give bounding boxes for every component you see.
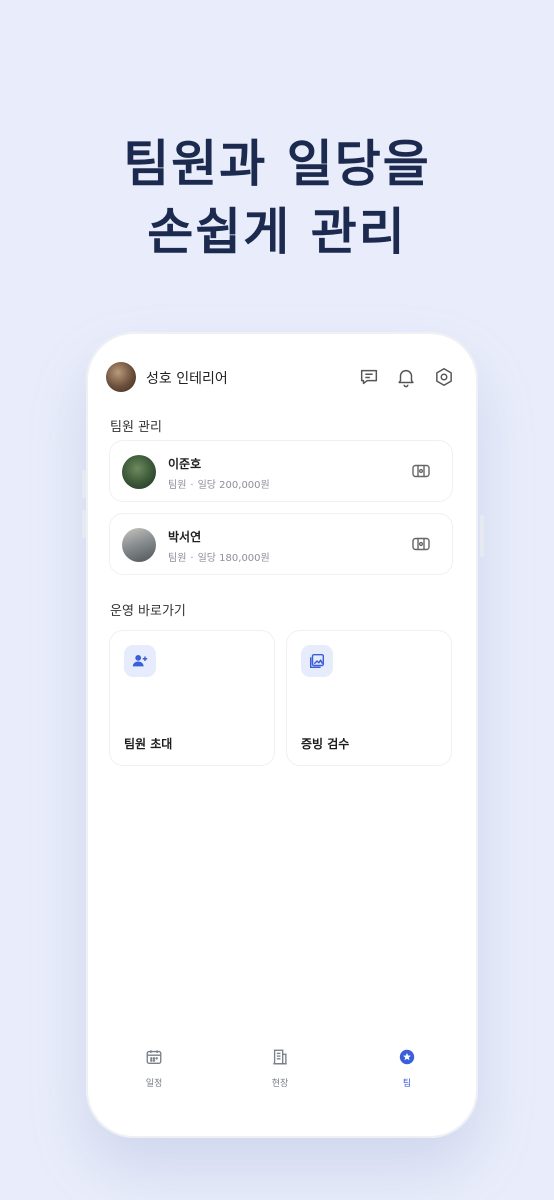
shortcuts-section-title: 운영 바로가기: [110, 604, 186, 619]
proof-review-shortcut[interactable]: 증빙 검수: [286, 630, 452, 766]
headline-line-2: 손쉽게 관리: [147, 203, 407, 261]
member-name: 박서연: [168, 530, 202, 544]
nav-schedule[interactable]: 일정: [124, 1048, 184, 1089]
settings-icon[interactable]: [433, 366, 455, 388]
bell-icon[interactable]: [395, 366, 417, 388]
money-icon[interactable]: [412, 463, 430, 479]
member-card[interactable]: 박서연 팀원 · 일당 180,000원: [109, 513, 453, 575]
member-avatar: [122, 455, 156, 489]
nav-label: 일정: [145, 1079, 163, 1089]
phone-side-button: [480, 515, 484, 557]
member-role: 팀원: [168, 553, 187, 564]
separator: ·: [190, 553, 194, 564]
member-wage: 일당 200,000원: [197, 480, 270, 491]
building-icon: [273, 1049, 287, 1065]
company-name: 성호 인테리어: [146, 371, 228, 387]
member-avatar: [122, 528, 156, 562]
phone-volume-down: [82, 510, 86, 538]
nav-team[interactable]: 팀: [377, 1048, 437, 1089]
member-card[interactable]: 이준호 팀원 · 일당 200,000원: [109, 440, 453, 502]
member-details: 팀원 · 일당 200,000원: [168, 476, 270, 491]
member-name: 이준호: [168, 457, 202, 471]
phone-volume-up: [82, 470, 86, 498]
company-avatar[interactable]: [106, 362, 136, 392]
chat-icon[interactable]: [358, 366, 380, 388]
shortcut-label: 증빙 검수: [301, 737, 350, 751]
headline-line-1: 팀원과 일당을: [123, 135, 431, 193]
add-person-icon: [124, 645, 156, 677]
nav-label: 팀: [402, 1079, 412, 1089]
nav-label: 현장: [271, 1079, 289, 1089]
member-details: 팀원 · 일당 180,000원: [168, 549, 270, 564]
calendar-icon: [146, 1050, 162, 1064]
member-wage: 일당 180,000원: [197, 553, 270, 564]
member-role: 팀원: [168, 480, 187, 491]
money-icon[interactable]: [412, 536, 430, 552]
shortcut-label: 팀원 초대: [124, 737, 173, 751]
invite-member-shortcut[interactable]: 팀원 초대: [109, 630, 275, 766]
app-header: 성호 인테리어: [106, 362, 452, 394]
app-screen: 성호 인테리어 팀원 관리 이준호 팀원 · 일당 200,000원 박서연 팀…: [92, 342, 464, 1126]
nav-site[interactable]: 현장: [250, 1048, 310, 1089]
headline: 팀원과 일당을 손쉽게 관리: [0, 130, 554, 266]
photo-icon: [301, 645, 333, 677]
team-section-title: 팀원 관리: [110, 420, 162, 435]
star-badge-icon: [399, 1049, 415, 1065]
separator: ·: [190, 480, 194, 491]
